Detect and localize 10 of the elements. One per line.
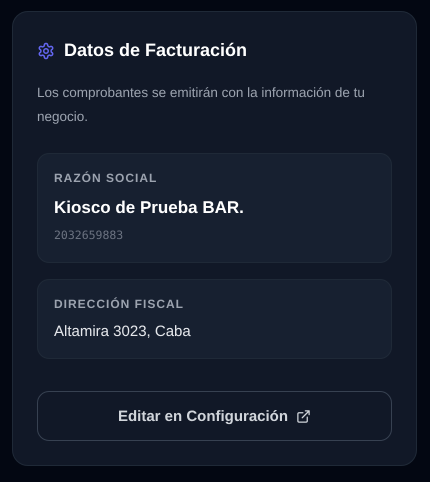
field-label: RAZÓN SOCIAL — [54, 171, 158, 185]
description-text: Los comprobantes se emitirán con la información de tu negocio. — [37, 84, 366, 126]
field-value: Kiosco de Prueba BAR. — [54, 198, 245, 218]
field-label: DIRECCIÓN FISCAL — [54, 297, 185, 311]
edit-button[interactable]: Editar en Configuración — [37, 391, 392, 441]
tax-id-text: 2032659883 — [54, 228, 124, 242]
card-title: Datos de Facturación — [64, 40, 248, 61]
gear-icon — [37, 42, 55, 60]
external-link-icon — [296, 408, 311, 424]
field-value: Altamira 3023, Caba — [54, 323, 192, 340]
